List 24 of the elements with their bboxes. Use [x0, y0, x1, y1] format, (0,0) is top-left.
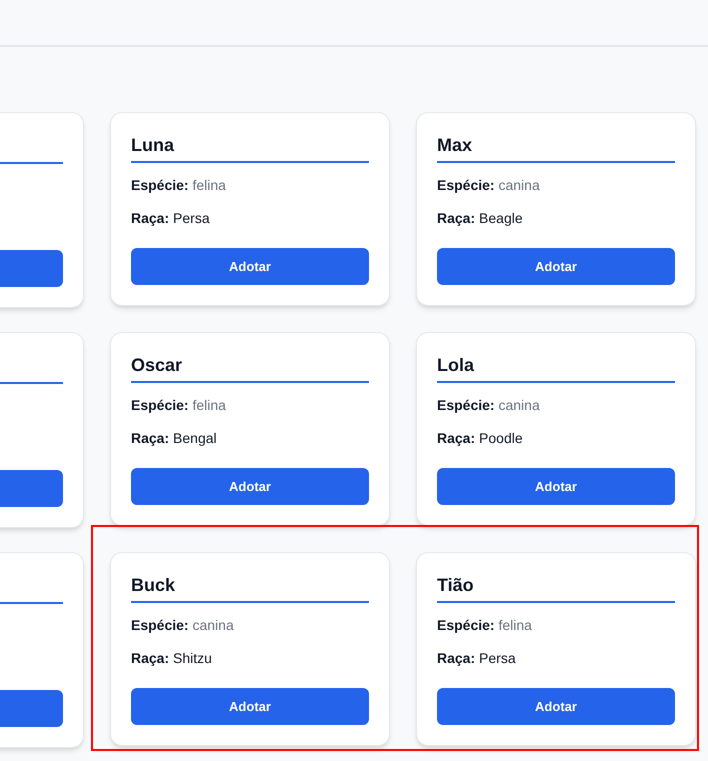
adopt-button[interactable]: Adotar [131, 688, 369, 725]
pet-detail: Raça: Shitzu [131, 649, 213, 668]
pet-detail: Espécie: felina [131, 176, 227, 195]
pet-detail: Espécie: canina [437, 176, 541, 195]
pet-name: Lola [437, 353, 675, 383]
pet-name: Luna [131, 133, 369, 163]
pet-detail: Espécie: canina [437, 396, 541, 415]
pet-detail: Raça: Bengal [131, 429, 218, 448]
pet-detail: Raça: Beagle [437, 209, 524, 228]
pet-detail: Espécie: felina [131, 396, 227, 415]
adopt-button[interactable]: Adotar [437, 248, 675, 285]
pet-detail: Raça: Poodle [437, 429, 524, 448]
pet-detail: Espécie: felina [437, 616, 533, 635]
pet-detail: Raça: Persa [131, 209, 211, 228]
pet-name: Tião [437, 573, 675, 603]
adopt-button[interactable]: Adotar [437, 468, 675, 505]
adopt-button[interactable]: Adotar [131, 248, 369, 285]
pet-name: Oscar [131, 353, 369, 383]
adopt-button[interactable]: Adotar [437, 688, 675, 725]
pet-name: Buck [131, 573, 369, 603]
pet-name: Max [437, 133, 675, 163]
pet-detail: Raça: Persa [437, 649, 517, 668]
adopt-button[interactable]: Adotar [131, 468, 369, 505]
pet-detail: Espécie: canina [131, 616, 235, 635]
